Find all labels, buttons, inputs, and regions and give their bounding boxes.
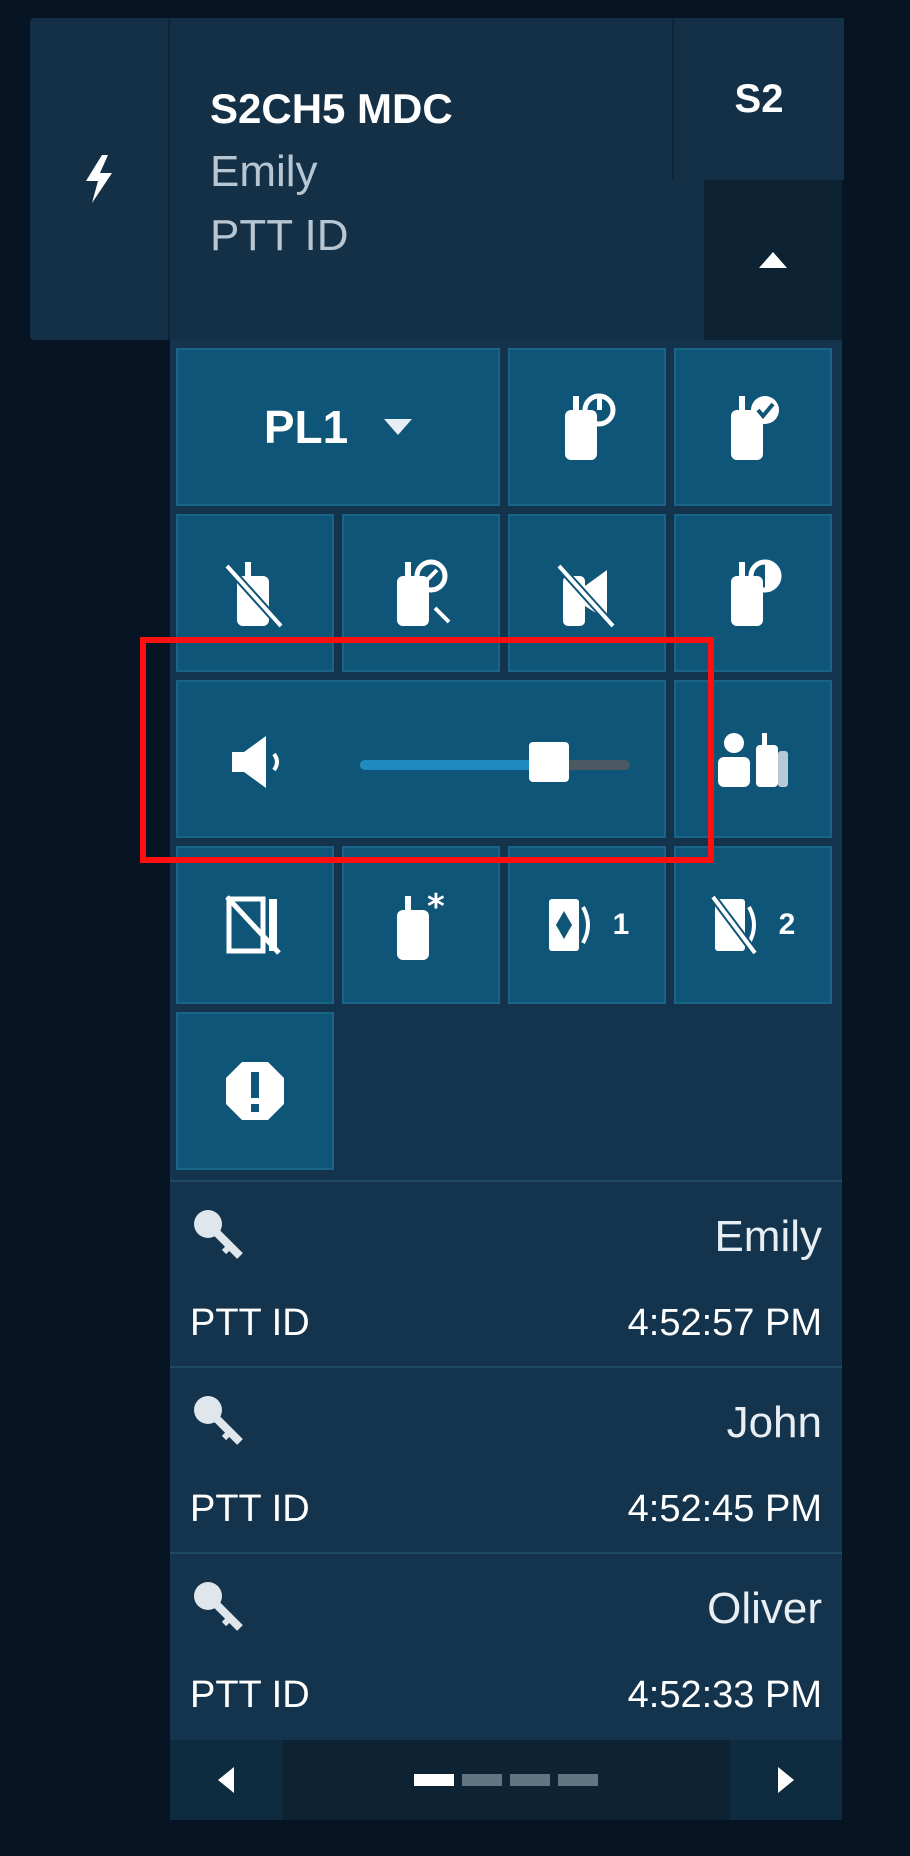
tone-1-button[interactable]: 1 xyxy=(508,846,666,1004)
radio-power-icon xyxy=(565,393,616,460)
page-slash-button[interactable] xyxy=(176,846,334,1004)
pager-prev-button[interactable] xyxy=(170,1740,282,1820)
key-icon xyxy=(194,1210,243,1259)
call-history-item[interactable]: Emily PTT ID 4:52:57 PM xyxy=(170,1180,842,1364)
tone-2-icon xyxy=(710,895,758,955)
chevron-right-icon xyxy=(778,1767,794,1793)
patch-users-button[interactable] xyxy=(674,680,832,838)
history-ptt-id: PTT ID xyxy=(190,1674,310,1716)
tone-2-badge: 2 xyxy=(778,908,796,941)
radio-monitor-button[interactable] xyxy=(674,514,832,672)
caret-up-icon xyxy=(759,252,787,268)
history-caller-name: Emily xyxy=(714,1212,822,1261)
control-panel: PL1 * 1 2 Emily PTT ID 4:52:57 PM John P… xyxy=(170,340,842,1820)
history-caller-name: Oliver xyxy=(707,1584,822,1633)
speaker-volume-icon xyxy=(232,736,279,788)
radio-check-icon xyxy=(731,396,779,460)
emergency-button[interactable] xyxy=(176,1012,334,1170)
history-time: 4:52:45 PM xyxy=(627,1488,822,1530)
tone-1-icon xyxy=(548,899,590,951)
pager-dot[interactable] xyxy=(510,1774,550,1786)
select-channel-button[interactable] xyxy=(30,18,170,340)
history-time: 4:52:57 PM xyxy=(627,1302,822,1344)
pager-next-button[interactable] xyxy=(730,1740,842,1820)
pager-dot[interactable] xyxy=(414,1774,454,1786)
radio-star-icon: * xyxy=(397,888,445,960)
tone-1-badge: 1 xyxy=(612,908,630,941)
current-user: Emily xyxy=(210,147,318,196)
chevron-left-icon xyxy=(218,1767,234,1793)
pager-dot[interactable] xyxy=(558,1774,598,1786)
pl-select-dropdown[interactable]: PL1 xyxy=(176,348,500,506)
tone-2-button[interactable]: 2 xyxy=(674,846,832,1004)
speaker-select-tab[interactable]: S2 xyxy=(672,18,844,180)
bolt-icon xyxy=(86,155,112,203)
history-pager xyxy=(170,1740,842,1820)
volume-thumb[interactable] xyxy=(529,742,569,782)
ptt-id-label: PTT ID xyxy=(210,211,349,260)
key-icon xyxy=(194,1396,243,1445)
channel-name: S2CH5 MDC xyxy=(210,85,453,132)
radio-star-button[interactable]: * xyxy=(342,846,500,1004)
call-history-item[interactable]: John PTT ID 4:52:45 PM xyxy=(170,1366,842,1550)
speaker-muted-icon xyxy=(556,563,616,629)
radio-mute-icon xyxy=(224,562,284,629)
volume-fill xyxy=(360,760,549,770)
history-caller-name: John xyxy=(726,1398,822,1447)
history-time: 4:52:33 PM xyxy=(627,1674,822,1716)
channel-info: S2CH5 MDC Emily PTT ID xyxy=(210,88,453,258)
speaker-label: S2 xyxy=(734,76,784,121)
history-ptt-id: PTT ID xyxy=(190,1302,310,1344)
channel-control-window: S2CH5 MDC Emily PTT ID S2 PL1 * 1 2 Emil… xyxy=(0,0,910,1856)
radio-mute-button[interactable] xyxy=(176,514,334,672)
pl-select-value: PL1 xyxy=(263,401,349,453)
collapse-button[interactable] xyxy=(704,180,842,340)
radio-callback-button[interactable] xyxy=(342,514,500,672)
key-icon xyxy=(194,1582,243,1631)
page-slash-icon xyxy=(225,895,281,955)
emergency-icon xyxy=(226,1062,284,1120)
volume-control[interactable] xyxy=(176,680,666,838)
svg-text:*: * xyxy=(427,888,445,927)
pager-dot[interactable] xyxy=(462,1774,502,1786)
volume-slider[interactable] xyxy=(360,742,630,782)
radio-check-button[interactable] xyxy=(674,348,832,506)
patch-users-icon xyxy=(718,733,788,787)
radio-callback-icon xyxy=(397,559,451,626)
call-history-item[interactable]: Oliver PTT ID 4:52:33 PM xyxy=(170,1552,842,1736)
speaker-mute-button[interactable] xyxy=(508,514,666,672)
chevron-down-icon xyxy=(384,419,413,435)
radio-monitor-icon xyxy=(731,559,782,626)
radio-power-button[interactable] xyxy=(508,348,666,506)
history-ptt-id: PTT ID xyxy=(190,1488,310,1530)
